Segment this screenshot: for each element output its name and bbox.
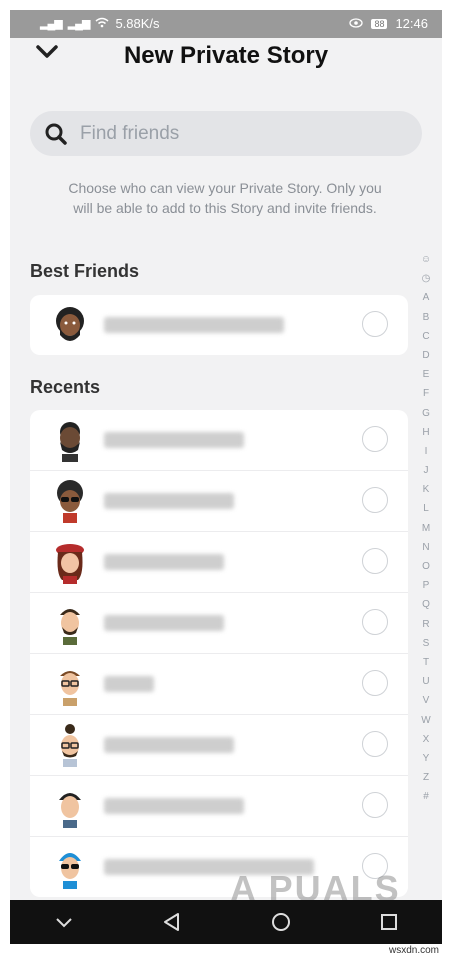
index-letter[interactable]: C bbox=[422, 327, 429, 346]
index-letter[interactable]: I bbox=[425, 442, 428, 461]
avatar bbox=[57, 480, 83, 523]
friend-name bbox=[104, 554, 224, 570]
avatar bbox=[60, 609, 80, 645]
friend-name bbox=[104, 676, 154, 692]
friend-name bbox=[104, 737, 234, 753]
select-radio[interactable] bbox=[362, 487, 388, 513]
network-speed: 5.88K/s bbox=[115, 16, 160, 31]
select-radio[interactable] bbox=[362, 792, 388, 818]
select-radio[interactable] bbox=[362, 548, 388, 574]
list-item[interactable] bbox=[30, 532, 408, 593]
index-letter[interactable]: F bbox=[423, 384, 429, 403]
avatar bbox=[56, 544, 84, 584]
index-letter[interactable]: N bbox=[422, 538, 429, 557]
friend-name bbox=[104, 615, 224, 631]
avatar bbox=[60, 422, 80, 462]
recents-list bbox=[30, 410, 408, 897]
friend-name bbox=[104, 317, 284, 333]
index-letter[interactable]: Y bbox=[423, 749, 430, 768]
list-item[interactable] bbox=[30, 410, 408, 471]
list-item[interactable] bbox=[30, 295, 408, 355]
home-circle-icon[interactable] bbox=[271, 912, 291, 932]
friend-name bbox=[104, 493, 234, 509]
index-letter[interactable]: T bbox=[423, 653, 429, 672]
select-radio[interactable] bbox=[362, 609, 388, 635]
index-letter[interactable]: Z bbox=[423, 768, 429, 787]
index-letter[interactable]: ☺ bbox=[421, 250, 431, 269]
list-item[interactable] bbox=[30, 654, 408, 715]
index-letter[interactable]: # bbox=[423, 787, 429, 806]
avatar bbox=[56, 307, 84, 341]
list-item[interactable] bbox=[30, 471, 408, 532]
alphabet-index[interactable]: ☺ ◷ A B C D E F G H I J K L M N O P Q R S T U V W X Y Z # bbox=[418, 250, 434, 806]
description-text: Choose who can view your Private Story. … bbox=[68, 180, 382, 216]
wifi-icon bbox=[95, 16, 109, 31]
index-letter[interactable]: A bbox=[423, 288, 430, 307]
avatar bbox=[60, 671, 80, 706]
signal-icon: ▂▄▆ bbox=[40, 18, 63, 30]
page-title: New Private Story bbox=[123, 42, 329, 69]
index-letter[interactable]: O bbox=[422, 557, 430, 576]
avatar bbox=[61, 724, 79, 767]
index-letter[interactable]: X bbox=[423, 730, 430, 749]
friend-name bbox=[104, 798, 244, 814]
index-letter[interactable]: B bbox=[423, 308, 430, 327]
search-bar[interactable] bbox=[30, 111, 422, 156]
index-letter[interactable]: D bbox=[422, 346, 429, 365]
section-recents: Recents bbox=[30, 377, 101, 397]
search-input[interactable] bbox=[78, 119, 402, 149]
index-letter[interactable]: U bbox=[422, 672, 429, 691]
back-triangle-icon[interactable] bbox=[162, 912, 182, 932]
phone-screen: ▂▄▆ ▂▄▆ 5.88K/s 88 12:46 New Private Sto… bbox=[10, 10, 442, 944]
search-icon bbox=[44, 122, 68, 151]
chevron-down-icon[interactable] bbox=[55, 916, 73, 928]
list-item[interactable] bbox=[30, 715, 408, 776]
index-letter[interactable]: J bbox=[424, 461, 429, 480]
select-radio[interactable] bbox=[362, 311, 388, 337]
index-letter[interactable]: ◷ bbox=[422, 269, 431, 288]
select-radio[interactable] bbox=[362, 731, 388, 757]
index-letter[interactable]: S bbox=[423, 634, 430, 653]
eye-icon bbox=[349, 16, 364, 31]
index-letter[interactable]: W bbox=[421, 711, 430, 730]
recents-square-icon[interactable] bbox=[380, 913, 398, 931]
index-letter[interactable]: V bbox=[423, 691, 430, 710]
footer-watermark: wsxdn.com bbox=[388, 945, 439, 956]
avatar bbox=[59, 793, 81, 828]
select-radio[interactable] bbox=[362, 670, 388, 696]
index-letter[interactable]: Q bbox=[422, 595, 430, 614]
avatar bbox=[59, 853, 81, 889]
index-letter[interactable]: L bbox=[423, 499, 429, 518]
system-navbar bbox=[10, 900, 442, 944]
section-best-friends: Best Friends bbox=[30, 261, 140, 281]
index-letter[interactable]: G bbox=[422, 404, 430, 423]
list-item[interactable] bbox=[30, 776, 408, 837]
battery-badge: 88 bbox=[371, 18, 388, 29]
friend-name bbox=[104, 432, 244, 448]
index-letter[interactable]: M bbox=[422, 519, 430, 538]
status-bar: ▂▄▆ ▂▄▆ 5.88K/s 88 12:46 bbox=[10, 10, 442, 38]
index-letter[interactable]: P bbox=[423, 576, 430, 595]
index-letter[interactable]: K bbox=[423, 480, 430, 499]
signal-icon-2: ▂▄▆ bbox=[67, 18, 91, 30]
list-item[interactable] bbox=[30, 593, 408, 654]
index-letter[interactable]: R bbox=[422, 615, 429, 634]
best-friends-list bbox=[30, 295, 408, 355]
select-radio[interactable] bbox=[362, 426, 388, 452]
index-letter[interactable]: H bbox=[422, 423, 429, 442]
index-letter[interactable]: E bbox=[423, 365, 430, 384]
clock: 12:46 bbox=[395, 16, 428, 31]
